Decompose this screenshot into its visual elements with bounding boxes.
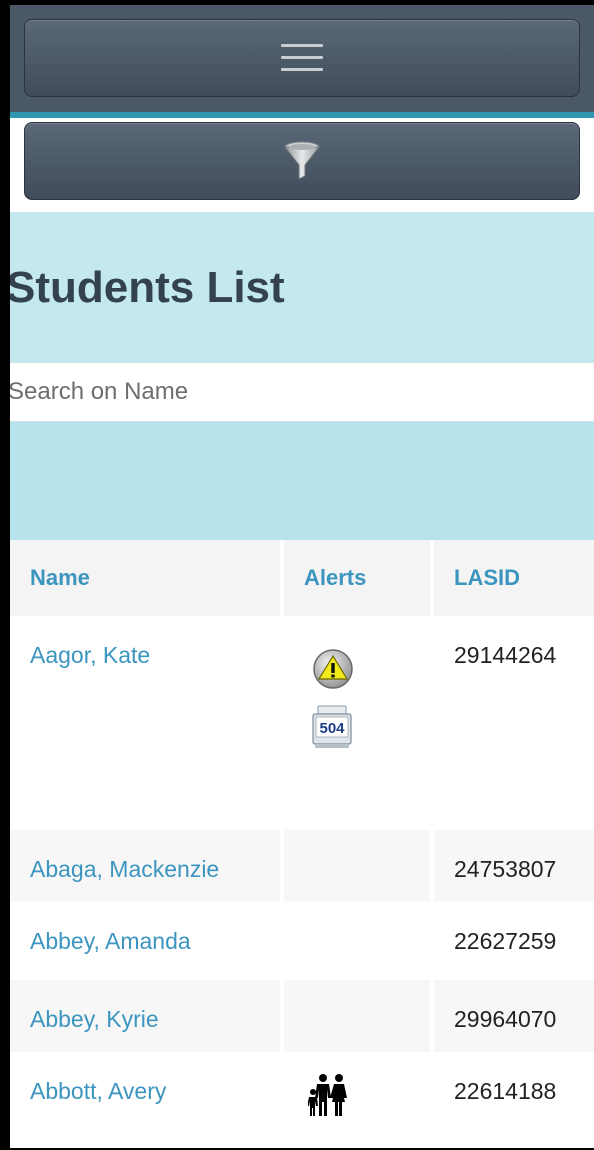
alerts-cell (280, 1052, 430, 1130)
student-name-link[interactable]: Abbey, Kyrie (30, 1006, 159, 1032)
alerts-cell (280, 980, 430, 1052)
hamburger-menu-icon (281, 44, 323, 72)
table-row: Abbey, Kyrie 29964070 (10, 980, 594, 1052)
search-input[interactable] (10, 363, 592, 421)
table-header-row: Name Alerts LASID (10, 540, 594, 616)
lasid-cell: 29964070 (430, 980, 594, 1052)
student-name-link[interactable]: Abbey, Amanda (30, 928, 191, 954)
menu-button[interactable] (24, 19, 580, 97)
name-cell: Abbott, Avery (10, 1052, 280, 1130)
students-table: Name Alerts LASID Aagor, Kate 504 291442… (10, 540, 594, 1130)
filter-button[interactable] (24, 122, 580, 200)
column-header-lasid[interactable]: LASID (430, 540, 594, 616)
alerts-cell: 504 (280, 616, 430, 830)
family-icon[interactable] (307, 1072, 352, 1116)
column-header-name[interactable]: Name (10, 540, 280, 616)
504-plan-icon[interactable]: 504 (312, 704, 352, 750)
name-cell: Abbey, Amanda (10, 902, 280, 980)
warning-icon[interactable] (312, 648, 354, 690)
search-bar (10, 362, 594, 422)
alerts-cell (280, 902, 430, 980)
table-row: Abbey, Amanda 22627259 (10, 902, 594, 980)
name-cell: Abbey, Kyrie (10, 980, 280, 1052)
table-row: Abbott, Avery 22614188 (10, 1052, 594, 1130)
lasid-cell: 29144264 (430, 616, 594, 830)
table-row: Abaga, Mackenzie 24753807 (10, 830, 594, 902)
app-frame: Students List Name Alerts LASID Aagor, K… (0, 0, 594, 1150)
funnel-filter-icon (283, 141, 321, 180)
table-row: Aagor, Kate 504 29144264 (10, 616, 594, 830)
student-name-link[interactable]: Aagor, Kate (30, 642, 150, 668)
column-header-alerts[interactable]: Alerts (280, 540, 430, 616)
name-cell: Abaga, Mackenzie (10, 830, 280, 902)
name-cell: Aagor, Kate (10, 616, 280, 830)
lasid-cell: 24753807 (430, 830, 594, 902)
lasid-cell: 22614188 (430, 1052, 594, 1130)
student-name-link[interactable]: Abbott, Avery (30, 1078, 166, 1104)
page-title: Students List (6, 263, 285, 312)
alerts-cell (280, 830, 430, 902)
student-name-link[interactable]: Abaga, Mackenzie (30, 856, 219, 882)
504-label: 504 (319, 720, 345, 737)
controls-band (10, 422, 594, 540)
lasid-cell: 22627259 (430, 902, 594, 980)
